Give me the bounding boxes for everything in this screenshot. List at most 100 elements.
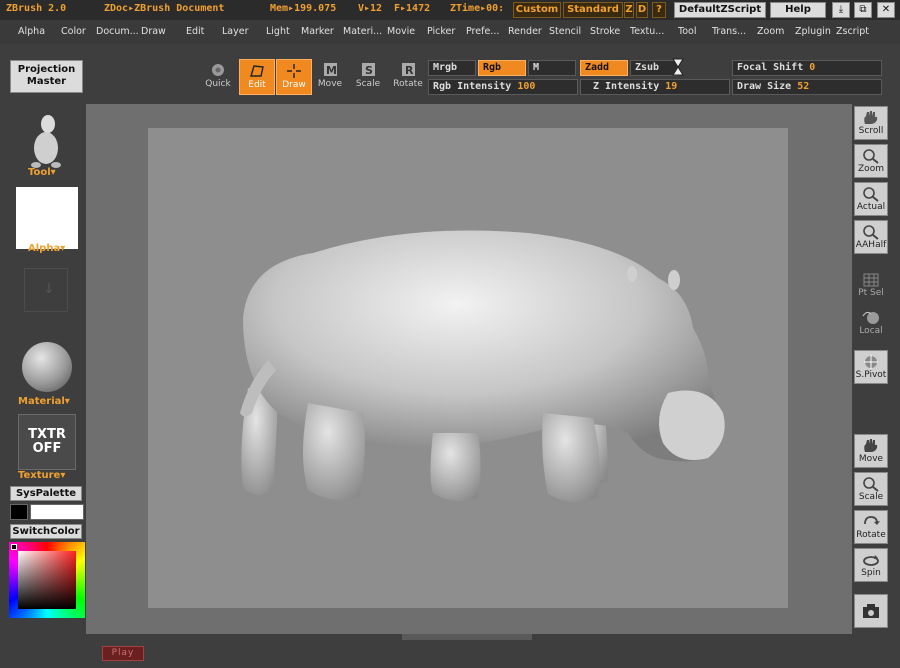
play-button[interactable]: Play — [102, 646, 144, 661]
tool-label-text: Tool — [28, 167, 51, 178]
tool-label[interactable]: Tool▾ — [28, 167, 56, 178]
z-intensity-label: Z Intensity — [593, 81, 660, 92]
alpha-label[interactable]: Alpha▾ — [28, 243, 65, 254]
edit-icon — [250, 65, 264, 77]
menu-material[interactable]: Materi... — [343, 26, 382, 37]
aahalf-button[interactable]: AAHalf — [854, 220, 888, 254]
material-sphere[interactable] — [22, 342, 72, 392]
quick-sketch-icon — [212, 64, 224, 76]
magnifier-icon — [863, 149, 879, 164]
z-intensity-slider[interactable]: Z Intensity 19 — [580, 79, 730, 95]
rotate-button[interactable]: R Rotate — [390, 59, 426, 95]
menu-texture[interactable]: Textu... — [630, 26, 664, 37]
primary-color-swatch[interactable] — [10, 504, 28, 520]
local-button[interactable]: Local — [854, 306, 888, 340]
document-title[interactable]: ZDoc▸ZBrush Document — [104, 3, 224, 14]
standard-layout-button[interactable]: Standard — [563, 2, 623, 18]
focal-shift-slider[interactable]: Focal Shift 0 — [732, 60, 882, 76]
custom-layout-button[interactable]: Custom — [513, 2, 561, 18]
menu-zplugin[interactable]: Zplugin — [795, 26, 831, 37]
menu-document[interactable]: Docum... — [96, 26, 139, 37]
restore-icon[interactable]: ⧉ — [854, 2, 872, 18]
canvas[interactable] — [148, 128, 788, 608]
tool-thumbnail-icon[interactable] — [26, 110, 66, 170]
draw-size-label: Draw Size — [737, 81, 792, 92]
move-button[interactable]: M Move — [312, 59, 348, 95]
default-zscript-button[interactable]: DefaultZScript — [674, 2, 766, 18]
hourglass-icon — [672, 58, 684, 76]
actual-button[interactable]: Actual — [854, 182, 888, 216]
rgb-intensity-slider[interactable]: Rgb Intensity 100 — [428, 79, 578, 95]
zoom-button[interactable]: Zoom — [854, 144, 888, 178]
rgb-intensity-label: Rgb Intensity — [433, 81, 512, 92]
stencil-thumbnail[interactable]: ↓ — [24, 268, 68, 312]
menu-edit[interactable]: Edit — [186, 26, 204, 37]
z-intensity-value: 19 — [665, 81, 678, 92]
menu-stroke[interactable]: Stroke — [590, 26, 620, 37]
bottom-tray-handle[interactable] — [402, 634, 532, 640]
alpha-thumbnail[interactable] — [16, 187, 78, 249]
menu-draw[interactable]: Draw — [141, 26, 166, 37]
secondary-color-swatch[interactable] — [30, 504, 84, 520]
focal-shift-label: Focal Shift — [737, 62, 804, 73]
rgb-button[interactable]: Rgb — [478, 60, 526, 76]
ptsel-button[interactable]: Pt Sel — [854, 268, 888, 302]
bottom-bar: Play — [0, 634, 900, 668]
menu-transform[interactable]: Trans... — [712, 26, 746, 37]
scale-view-button[interactable]: Scale — [854, 472, 888, 506]
quick-label: Quick — [205, 79, 231, 89]
z-button[interactable]: Z — [624, 2, 634, 18]
minimize-icon[interactable]: ⤓ — [832, 2, 850, 18]
color-picker-square[interactable] — [18, 551, 76, 609]
projection-master-button[interactable]: Projection Master — [10, 60, 83, 93]
left-shelf: Tool▾ Alpha▾ ↓ Material▾ TXTR OFF Textur… — [0, 102, 86, 642]
menu-marker[interactable]: Marker — [301, 26, 334, 37]
menu-render[interactable]: Render — [508, 26, 542, 37]
draw-button[interactable]: Draw — [276, 59, 312, 95]
syspalette-button[interactable]: SysPalette — [10, 486, 82, 501]
face-readout: F▸1472 — [394, 3, 431, 14]
d-button[interactable]: D — [636, 2, 648, 18]
zsub-button[interactable]: Zsub — [630, 60, 678, 76]
zadd-button[interactable]: Zadd — [580, 60, 628, 76]
menu-zscript[interactable]: Zscript — [836, 26, 869, 37]
menu-light[interactable]: Light — [266, 26, 290, 37]
color-picker-ring[interactable] — [9, 542, 85, 618]
m-button[interactable]: M — [528, 60, 576, 76]
texture-thumbnail[interactable]: TXTR OFF — [18, 414, 76, 470]
scroll-button[interactable]: Scroll — [854, 106, 888, 140]
spin-button[interactable]: Spin — [854, 548, 888, 582]
rotate-view-button[interactable]: Rotate — [854, 510, 888, 544]
help-query-button[interactable]: ? — [652, 2, 666, 18]
snapshot-button[interactable] — [854, 594, 888, 628]
menu-movie[interactable]: Movie — [387, 26, 415, 37]
rotate-view-icon — [864, 516, 880, 525]
menu-stencil[interactable]: Stencil — [549, 26, 581, 37]
menu-layer[interactable]: Layer — [222, 26, 249, 37]
close-icon[interactable]: ✕ — [877, 2, 895, 18]
color-picker-marker[interactable] — [11, 544, 17, 550]
menu-picker[interactable]: Picker — [427, 26, 455, 37]
menu-tool[interactable]: Tool — [678, 26, 696, 37]
scale-button[interactable]: S Scale — [350, 59, 386, 95]
aahalf-label: AAHalf — [855, 240, 887, 250]
actual-label: Actual — [856, 202, 886, 212]
quick-button[interactable]: Quick — [200, 59, 236, 95]
menu-color[interactable]: Color — [61, 26, 86, 37]
alpha-label-text: Alpha — [28, 243, 61, 254]
help-button[interactable]: Help — [770, 2, 826, 18]
menu-alpha[interactable]: Alpha — [18, 26, 45, 37]
menu-preferences[interactable]: Prefe... — [466, 26, 499, 37]
mrgb-button[interactable]: Mrgb — [428, 60, 476, 76]
texture-label[interactable]: Texture▾ — [18, 470, 65, 481]
draw-size-slider[interactable]: Draw Size 52 — [732, 79, 882, 95]
stencil-arrow-icon: ↓ — [43, 281, 55, 297]
material-label[interactable]: Material▾ — [18, 396, 70, 407]
menu-zoom[interactable]: Zoom — [757, 26, 784, 37]
spivot-button[interactable]: S.Pivot — [854, 350, 888, 384]
scale-view-label: Scale — [858, 492, 884, 502]
hippo-model[interactable] — [148, 128, 788, 608]
move-view-button[interactable]: Move — [854, 434, 888, 468]
edit-button[interactable]: Edit — [239, 59, 275, 95]
switchcolor-button[interactable]: SwitchColor — [10, 524, 82, 539]
